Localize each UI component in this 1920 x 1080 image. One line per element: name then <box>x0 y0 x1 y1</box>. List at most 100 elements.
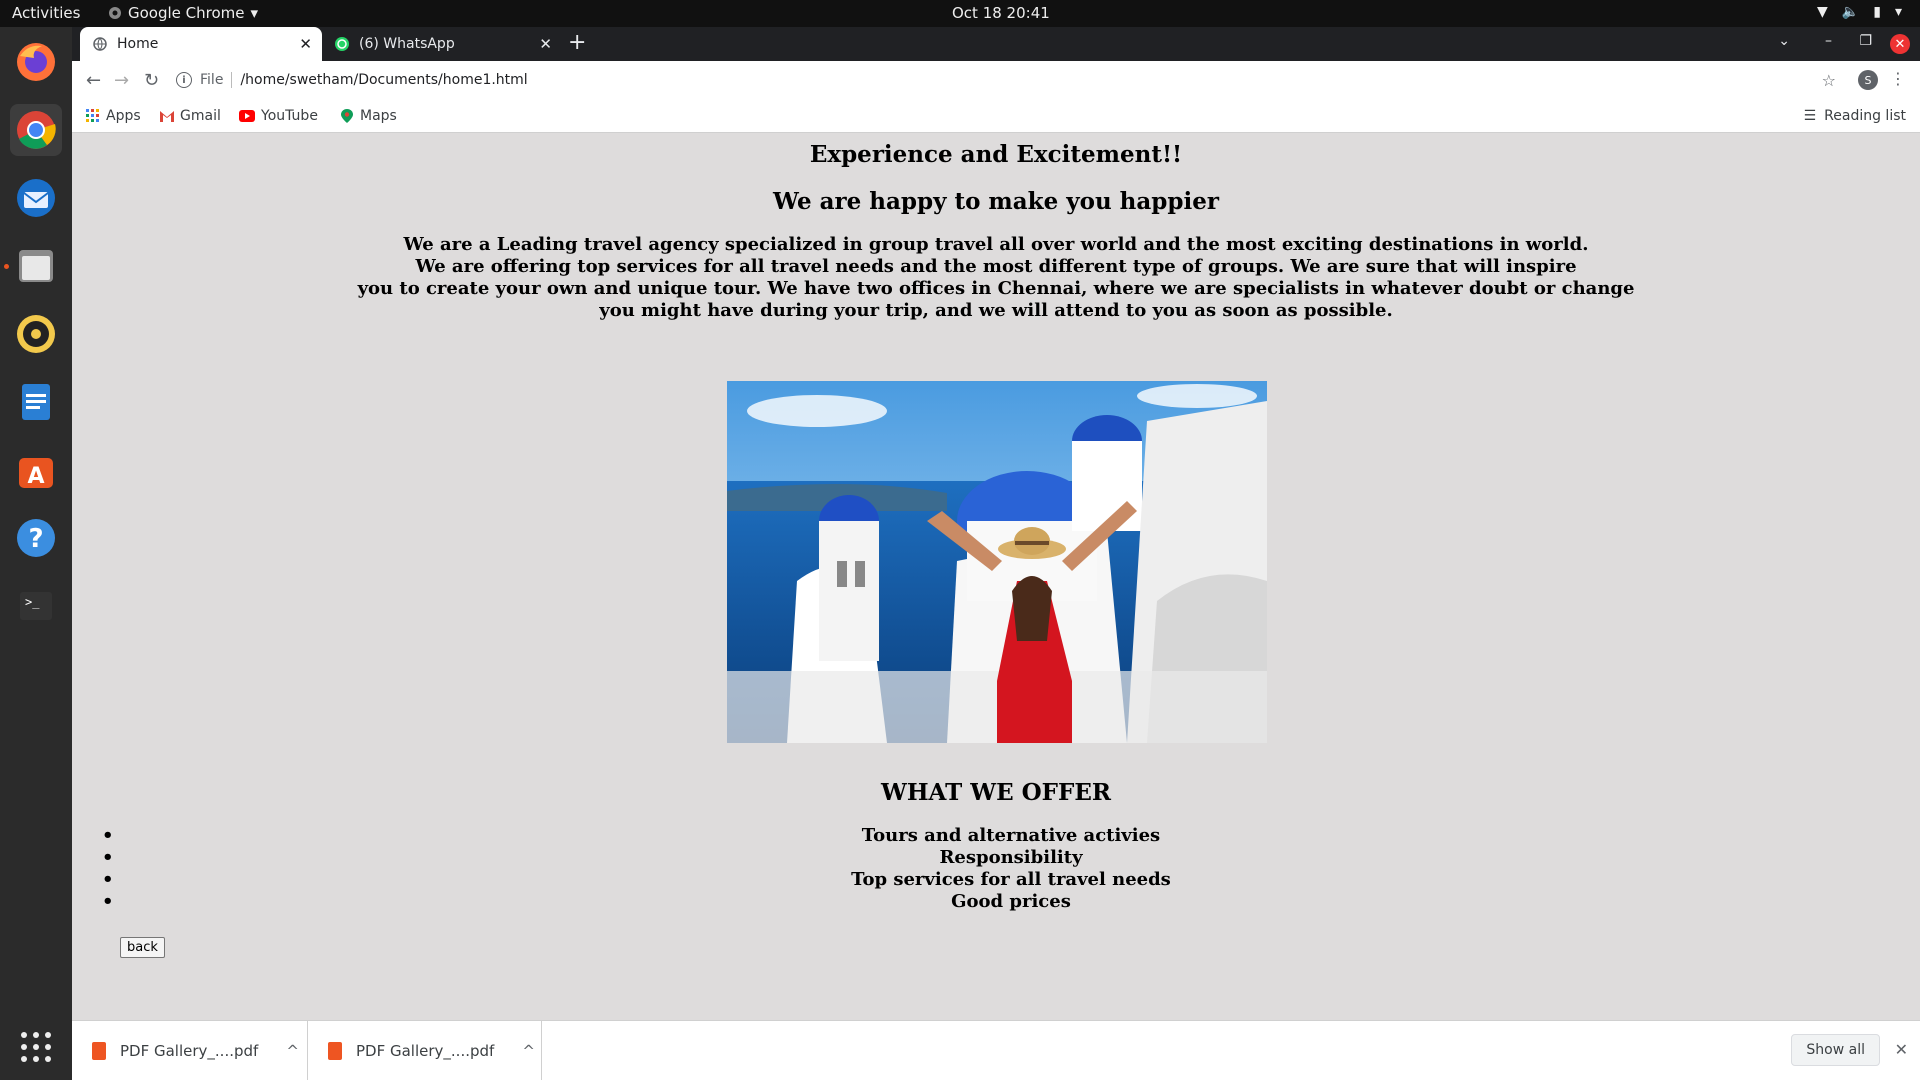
download-item[interactable]: PDF Gallery_....pdf ^ <box>72 1021 308 1080</box>
terminal-launcher[interactable]: >_ <box>10 580 62 632</box>
page-heading: Experience and Excitement!! <box>809 141 1183 168</box>
close-tab-icon[interactable]: ✕ <box>539 35 552 53</box>
firefox-launcher[interactable] <box>10 36 62 88</box>
intro-line: you might have during your trip, and we … <box>599 300 1393 321</box>
list-item: Responsibility <box>102 847 1920 869</box>
window-close-icon[interactable]: ✕ <box>1890 34 1910 54</box>
close-icon[interactable]: ✕ <box>1895 1040 1908 1059</box>
maps-icon <box>341 109 353 123</box>
chevron-up-icon[interactable]: ^ <box>286 1042 299 1060</box>
show-all-button[interactable]: Show all <box>1791 1034 1880 1066</box>
apps-grid-icon <box>86 109 99 122</box>
thunderbird-launcher[interactable] <box>10 172 62 224</box>
bookmark-label: Maps <box>360 108 397 124</box>
files-launcher[interactable] <box>10 240 62 292</box>
help-launcher[interactable]: ? <box>10 512 62 564</box>
tab-whatsapp[interactable]: (6) WhatsApp ✕ <box>322 27 562 61</box>
bookmark-maps[interactable]: Maps <box>340 108 397 124</box>
info-icon[interactable]: i <box>176 72 192 88</box>
app-menu[interactable]: Google Chrome ▾ <box>108 4 258 22</box>
bookmark-label: Apps <box>106 108 141 124</box>
browser-toolbar: ← → ↻ i File /home/swetham/Documents/hom… <box>72 61 1920 99</box>
offers-heading: WHAT WE OFFER <box>881 779 1111 806</box>
rhythmbox-launcher[interactable] <box>10 308 62 360</box>
terminal-icon: >_ <box>20 592 52 620</box>
clock[interactable]: Oct 18 20:41 <box>952 4 1050 22</box>
reload-icon[interactable]: ↻ <box>144 70 159 91</box>
chrome-launcher[interactable] <box>10 104 62 156</box>
intro-line: We are offering top services for all tra… <box>415 256 1577 277</box>
tab-home[interactable]: Home ✕ <box>80 27 322 61</box>
rhythmbox-icon <box>17 315 55 353</box>
back-arrow-icon[interactable]: ← <box>86 70 101 91</box>
hero-image <box>727 381 1267 743</box>
intro-line: We are a Leading travel agency specializ… <box>403 234 1589 255</box>
download-filename: PDF Gallery_....pdf <box>120 1042 259 1060</box>
download-filename: PDF Gallery_....pdf <box>356 1042 495 1060</box>
address-scheme: File <box>200 72 233 88</box>
bookmark-star-icon[interactable]: ☆ <box>1822 71 1836 90</box>
youtube-icon <box>239 110 255 122</box>
restore-icon[interactable]: ❐ <box>1859 33 1872 49</box>
list-item: Tours and alternative activies <box>102 825 1920 847</box>
pdf-icon <box>92 1042 106 1060</box>
chevron-up-icon[interactable]: ^ <box>522 1042 535 1060</box>
intro-paragraph: We are a Leading travel agency specializ… <box>72 234 1920 322</box>
svg-text:A: A <box>27 464 44 489</box>
list-item: Top services for all travel needs <box>102 869 1920 891</box>
app-grid-icon <box>21 1032 51 1062</box>
intro-line: you to create your own and unique tour. … <box>357 278 1635 299</box>
close-tab-icon[interactable]: ✕ <box>299 35 312 53</box>
app-menu-label: Google Chrome <box>128 4 245 22</box>
tab-label: (6) WhatsApp <box>359 36 455 52</box>
back-button[interactable]: back <box>120 937 165 958</box>
reading-list-label: Reading list <box>1824 108 1906 124</box>
reading-list-button[interactable]: ☰ Reading list <box>1804 108 1906 124</box>
bookmark-label: Gmail <box>180 108 221 124</box>
download-item[interactable]: PDF Gallery_....pdf ^ <box>308 1021 542 1080</box>
chrome-small-icon <box>109 7 121 19</box>
thunderbird-icon <box>17 179 55 217</box>
bookmark-youtube[interactable]: YouTube <box>239 108 318 124</box>
wifi-icon: ▼ <box>1817 4 1828 20</box>
page-content: Experience and Excitement!! We are happy… <box>72 133 1920 1020</box>
bookmark-label: YouTube <box>261 108 318 124</box>
battery-icon: ▮ <box>1873 4 1881 20</box>
show-applications-button[interactable] <box>10 1021 62 1073</box>
software-launcher[interactable]: A <box>10 444 62 496</box>
pdf-icon <box>328 1042 342 1060</box>
profile-avatar[interactable]: S <box>1858 70 1878 90</box>
chevron-down-icon: ▾ <box>1894 4 1902 20</box>
firefox-icon <box>17 43 55 81</box>
globe-icon <box>92 36 108 52</box>
gmail-icon <box>160 111 174 122</box>
svg-text:>_: >_ <box>25 595 40 609</box>
tab-label: Home <box>117 36 159 52</box>
running-indicator <box>4 264 9 269</box>
activities-button[interactable]: Activities <box>12 4 80 22</box>
chrome-icon <box>17 111 56 149</box>
page-subheading: We are happy to make you happier <box>773 188 1219 215</box>
reading-list-icon: ☰ <box>1803 108 1817 124</box>
kebab-menu-icon[interactable]: ⋮ <box>1890 69 1906 88</box>
minimize-icon[interactable]: – <box>1825 33 1832 49</box>
new-tab-button[interactable]: + <box>568 32 586 54</box>
tab-search-icon[interactable]: ⌄ <box>1778 33 1790 49</box>
bookmark-gmail[interactable]: Gmail <box>160 108 221 124</box>
files-icon <box>19 250 53 282</box>
forward-arrow-icon[interactable]: → <box>114 70 129 91</box>
address-bar[interactable]: i File /home/swetham/Documents/home1.htm… <box>176 65 1872 95</box>
chevron-down-icon: ▾ <box>250 4 259 22</box>
software-icon: A <box>19 458 53 489</box>
bookmarks-bar: Apps Gmail YouTube Maps ☰ Reading list <box>72 99 1920 133</box>
help-icon: ? <box>17 519 55 557</box>
svg-text:?: ? <box>28 524 43 554</box>
volume-icon: 🔈 <box>1841 4 1860 20</box>
system-tray[interactable]: ▼ 🔈 ▮ ▾ <box>1817 4 1902 20</box>
chrome-window: Home ✕ (6) WhatsApp ✕ + ⌄ – ❐ ✕ ← → ↻ i … <box>72 27 1920 1080</box>
list-item: Good prices <box>102 891 1920 913</box>
writer-icon <box>22 384 50 420</box>
bookmark-apps[interactable]: Apps <box>86 108 141 124</box>
offers-list: Tours and alternative activies Responsib… <box>102 825 1920 913</box>
writer-launcher[interactable] <box>10 376 62 428</box>
